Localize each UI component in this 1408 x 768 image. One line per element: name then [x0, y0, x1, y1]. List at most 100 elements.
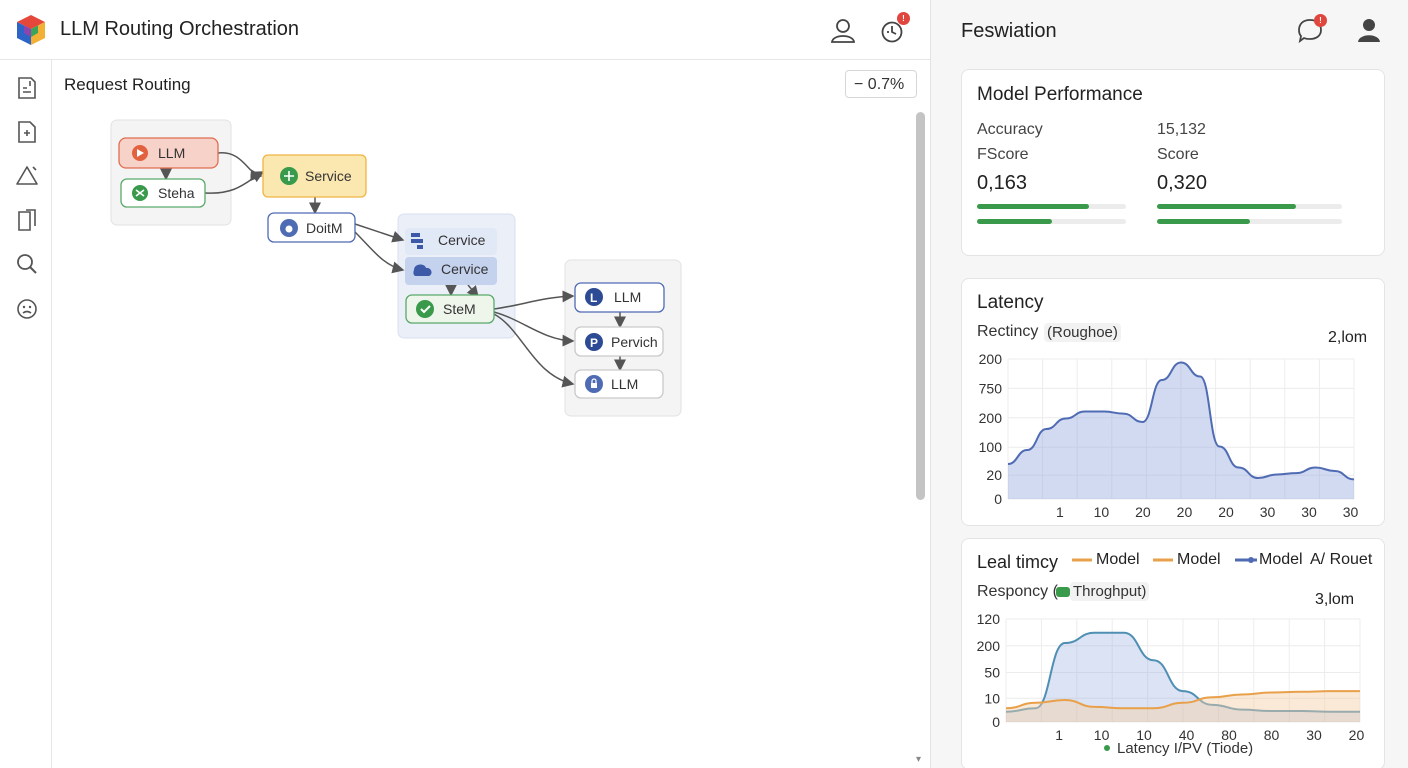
latency-chart: 2007502001002001 10 20 20 20 30 30 30: [979, 351, 1359, 519]
document-chart-icon[interactable]: [14, 75, 40, 101]
node-pervich[interactable]: P Pervich: [574, 326, 664, 357]
logo-cube-icon: [17, 15, 45, 45]
node-llm-3[interactable]: LLM: [574, 369, 664, 399]
metric-value: 0,163: [977, 172, 1028, 194]
routing-canvas[interactable]: Request Routing − 0.7% LLM Steha Service…: [53, 60, 930, 768]
footer-dot-icon: [1104, 745, 1110, 751]
node-label: SteM: [443, 301, 476, 317]
node-label: LLM: [158, 145, 185, 161]
check-icon: [416, 300, 434, 318]
metric-label: Accuracy: [977, 121, 1043, 138]
x-tick-label: 1: [1055, 727, 1063, 743]
user-profile-icon[interactable]: [828, 16, 858, 46]
node-steha[interactable]: Steha: [120, 178, 206, 208]
x-tick-label: 20: [1218, 504, 1234, 519]
chart-filter-chip[interactable]: (Roughoe): [1044, 323, 1121, 342]
node-cervice-1[interactable]: Cervice: [405, 228, 497, 255]
x-tick-label: 10: [1094, 727, 1110, 743]
vertical-scrollbar[interactable]: ▾: [913, 110, 927, 765]
x-tick-label: 20: [1349, 727, 1365, 743]
node-label: Cervice: [441, 261, 489, 277]
panel-title: Feswiation: [961, 20, 1057, 42]
legend-swatch-orange: [1153, 558, 1173, 562]
y-tick-label: 0: [994, 491, 1002, 507]
top-bar: LLM Routing Orchestration !: [0, 0, 930, 60]
node-service[interactable]: Service: [262, 154, 367, 198]
metric-label: FScore: [977, 146, 1029, 163]
file-plus-icon[interactable]: [14, 119, 40, 145]
card-title: Model Performance: [977, 84, 1143, 105]
app-window: LLM Routing Orchestration ! Request Rout…: [0, 0, 1408, 768]
chart-subtitle: Rectincy: [977, 323, 1039, 340]
node-label: Steha: [158, 185, 195, 201]
node-llm-2[interactable]: L LLM: [574, 282, 665, 313]
account-icon[interactable]: [1354, 15, 1384, 45]
chart-stat: 2,lom: [1328, 329, 1368, 346]
progress-fill: [977, 219, 1052, 224]
notifications-button[interactable]: !: [1295, 14, 1327, 45]
node-label: Pervich: [611, 334, 658, 350]
progress-bar: [977, 219, 1126, 224]
card-title: Leal timcy: [977, 552, 1059, 572]
chart-filter-chip[interactable]: Throghput): [1070, 582, 1150, 601]
y-tick-label: 750: [979, 380, 1003, 396]
node-llm-1[interactable]: LLM: [118, 137, 219, 169]
node-label: LLM: [611, 376, 638, 392]
sidebar: [0, 60, 52, 768]
legend-item[interactable]: Model: [1096, 551, 1140, 569]
x-tick-label: 30: [1343, 504, 1359, 519]
latency-card: Latency Rectincy (Roughoe) 2,lom 20 0 750 2…: [961, 278, 1385, 526]
file-export-icon[interactable]: [14, 207, 40, 233]
progress-bar: [977, 204, 1126, 209]
scroll-down-arrow-icon[interactable]: ▾: [916, 754, 921, 765]
chart-subtitle: Responcy (: [977, 583, 1058, 600]
legend-swatch-orange: [1072, 558, 1092, 562]
node-cervice-2[interactable]: Cervice: [405, 257, 497, 285]
x-tick-label: 30: [1301, 504, 1317, 519]
x-tick-label: 20: [1177, 504, 1193, 519]
card-title: Latency: [977, 292, 1044, 313]
throughput-swatch-icon: [1056, 587, 1070, 597]
model-performance-card: Model Performance Accuracy FScore 0,163 …: [961, 69, 1385, 256]
y-tick-label: 100: [979, 439, 1003, 455]
x-tick-label: 20: [1135, 504, 1151, 519]
svg-text:P: P: [590, 336, 598, 350]
node-label: Cervice: [438, 232, 486, 248]
progress-bar: [1157, 219, 1342, 224]
notification-badge: !: [1314, 14, 1327, 27]
chart-stat: 3,lom: [1315, 591, 1355, 608]
metric-label: Score: [1157, 146, 1199, 163]
svg-text:L: L: [590, 291, 597, 305]
x-tick-label: 10: [1094, 504, 1110, 519]
scroll-thumb[interactable]: [916, 112, 925, 500]
chart-footer-label: Latency I/PV (Tiode): [1117, 740, 1254, 757]
edge: [354, 223, 405, 243]
legend-item[interactable]: Model: [1259, 551, 1303, 569]
x-tick-label: 30: [1260, 504, 1276, 519]
node-doitm[interactable]: DoitM: [267, 212, 356, 243]
metric-label: 15,132: [1157, 121, 1206, 138]
node-stem[interactable]: SteM: [405, 294, 495, 324]
y-tick-label: 10: [984, 690, 1000, 706]
triangle-alert-icon[interactable]: [14, 163, 40, 189]
activity-button[interactable]: !: [878, 12, 910, 46]
x-tick-label: 1: [1056, 504, 1064, 519]
node-label: DoitM: [306, 220, 343, 236]
notification-badge: !: [897, 12, 910, 25]
metric-value: 0,320: [1157, 172, 1208, 194]
server-icon: [411, 233, 420, 237]
node-group: [110, 119, 232, 226]
right-panel: Feswiation ! Model Performance Accuracy …: [931, 0, 1408, 768]
legend-item[interactable]: Model: [1177, 551, 1221, 569]
node-label: Service: [305, 168, 352, 184]
progress-fill: [1157, 204, 1296, 209]
progress-fill: [1157, 219, 1250, 224]
flow-diagram: LLM Steha Service DoitM Cervice Cervice …: [110, 119, 682, 417]
x-tick-label: 80: [1264, 727, 1280, 743]
legend-item[interactable]: A/ Rouet: [1310, 551, 1372, 569]
series-area: [1008, 362, 1354, 499]
node-label: LLM: [614, 289, 641, 305]
emoji-icon[interactable]: [14, 296, 40, 322]
y-tick-label: 20: [986, 467, 1002, 483]
search-icon[interactable]: [14, 251, 40, 277]
